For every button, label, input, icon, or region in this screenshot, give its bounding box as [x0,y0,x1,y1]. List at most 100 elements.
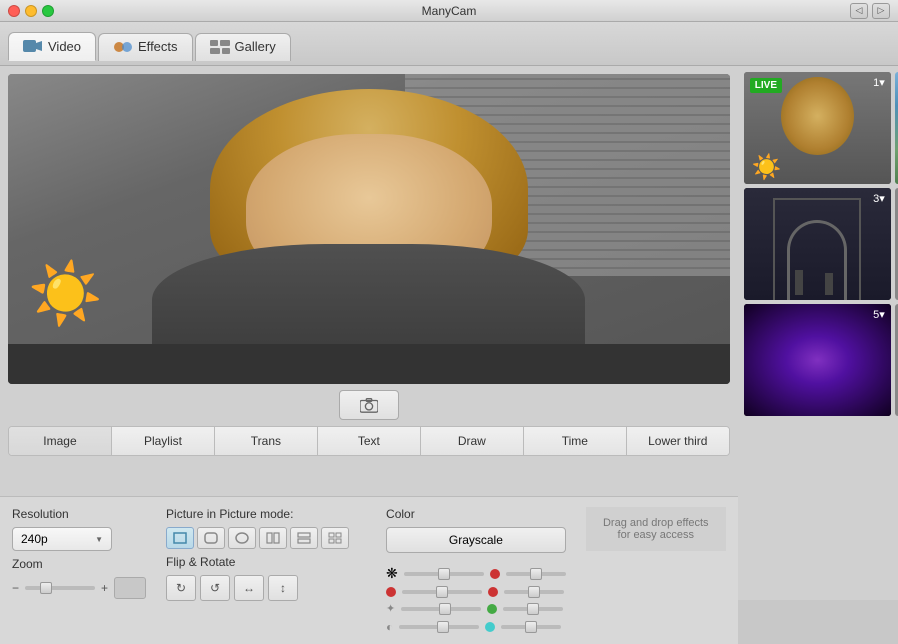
zoom-plus[interactable]: + [101,581,108,595]
color-row-red [386,587,566,597]
saturation-thumb [438,568,450,580]
tab-time[interactable]: Time [524,427,627,455]
contrast-thumb [437,621,449,633]
video-cell-1[interactable]: LIVE 1▾ ☀️ [744,72,891,184]
flip-cw[interactable]: ↻ [166,575,196,601]
video-preview[interactable]: ☀️ [8,74,730,384]
green-slider-2[interactable] [503,607,563,611]
tab-effects[interactable]: Effects [98,33,193,61]
saturation-slider-2[interactable] [506,572,566,576]
zoom-display [114,577,146,599]
camera-icon [360,397,378,413]
contrast-slider[interactable] [399,625,479,629]
live-badge: LIVE [750,78,782,93]
pip-btn-wide[interactable] [228,527,256,549]
resolution-value: 240p [21,532,48,546]
zoom-label: Zoom [12,557,146,571]
resolution-dropdown[interactable]: 240p ▼ [12,527,112,551]
person-1 [795,270,803,295]
color-dot-red [386,587,396,597]
settings-panel: Resolution 240p ▼ Zoom − + [0,496,738,644]
color-row-contrast: ◐ [386,620,566,634]
zoom-minus[interactable]: − [12,581,19,595]
color-dot-red-sat [490,569,500,579]
person-2 [825,273,833,295]
tab-draw[interactable]: Draw [421,427,524,455]
effects-icon [113,39,133,55]
minimize-button[interactable] [25,5,37,17]
color-row-saturation: ❋ [386,565,566,582]
red-thumb-2 [528,586,540,598]
tab-lower-third[interactable]: Lower third [627,427,729,455]
pip-btn-grid[interactable] [321,527,349,549]
cell-3-num: 3▾ [873,192,885,205]
pip-buttons [166,527,366,549]
video-cell-5[interactable]: 5▾ [744,304,891,416]
left-panel: ☀️ Image Playlist Trans Text Draw Time L… [0,66,738,600]
pip-btn-rounded[interactable] [197,527,225,549]
flip-h[interactable]: ↔ [234,575,264,601]
tab-image[interactable]: Image [9,427,112,455]
video-background [8,74,730,384]
drag-hint-panel: Drag and drop effects for easy access [586,507,726,551]
green-thumb [439,603,451,615]
window-title: ManyCam [422,4,477,18]
gallery-icon [210,39,230,55]
red-slider-2[interactable] [504,590,564,594]
video-grid: LIVE 1▾ ☀️ 2▾ 3▾ [738,66,898,600]
close-button[interactable] [8,5,20,17]
color-label: Color [386,507,566,521]
chair [8,344,730,384]
video-cell-3[interactable]: 3▾ [744,188,891,300]
red-thumb [436,586,448,598]
green-slider[interactable] [401,607,481,611]
tab-text[interactable]: Text [318,427,421,455]
contrast-thumb-2 [525,621,537,633]
grayscale-button[interactable]: Grayscale [386,527,566,553]
tab-playlist[interactable]: Playlist [112,427,215,455]
color-dot-cyan [485,622,495,632]
drag-hint-text: Drag and drop effects for easy access [596,517,716,541]
maximize-button[interactable] [42,5,54,17]
title-bar: ManyCam ◁ ▷ [0,0,898,22]
tab-gallery[interactable]: Gallery [195,33,291,61]
flip-ccw[interactable]: ↺ [200,575,230,601]
zoom-row: − + [12,577,146,599]
color-row-green: ✦ [386,602,566,615]
cell-1-num: 1▾ [873,76,885,89]
tab-effects-label: Effects [138,39,178,54]
cell-1-sun: ☀️ [752,153,782,182]
title-btn-2[interactable]: ▷ [872,3,890,19]
dropdown-arrow: ▼ [95,535,103,544]
color-dot-red2 [488,587,498,597]
red-slider[interactable] [402,590,482,594]
saturation-icon: ❋ [386,565,398,582]
saturation-slider[interactable] [404,572,484,576]
main-content: ☀️ Image Playlist Trans Text Draw Time L… [0,66,898,600]
tab-gallery-label: Gallery [235,39,276,54]
nebula [744,304,891,416]
color-group: Color Grayscale ❋ [386,507,566,634]
tab-video-label: Video [48,39,81,54]
pip-btn-square[interactable] [166,527,194,549]
cell-5-num: 5▾ [873,308,885,321]
brightness-icon: ✦ [386,602,395,615]
pip-btn-split3[interactable] [290,527,318,549]
bottom-tabs: Image Playlist Trans Text Draw Time Lowe… [8,426,730,456]
cell-1-face [781,77,855,155]
camera-capture-button[interactable] [339,390,399,420]
contrast-icon: ◐ [386,620,393,634]
resolution-group: Resolution 240p ▼ Zoom − + [12,507,146,599]
video-icon [23,38,43,54]
pip-group: Picture in Picture mode: [166,507,366,601]
color-dot-green [487,604,497,614]
contrast-slider-2[interactable] [501,625,561,629]
title-btn-1[interactable]: ◁ [850,3,868,19]
zoom-slider[interactable] [25,586,95,590]
green-thumb-2 [527,603,539,615]
tab-trans[interactable]: Trans [215,427,318,455]
flip-v[interactable]: ↕ [268,575,298,601]
window-buttons [8,5,54,17]
pip-btn-split2[interactable] [259,527,287,549]
tab-video[interactable]: Video [8,32,96,61]
